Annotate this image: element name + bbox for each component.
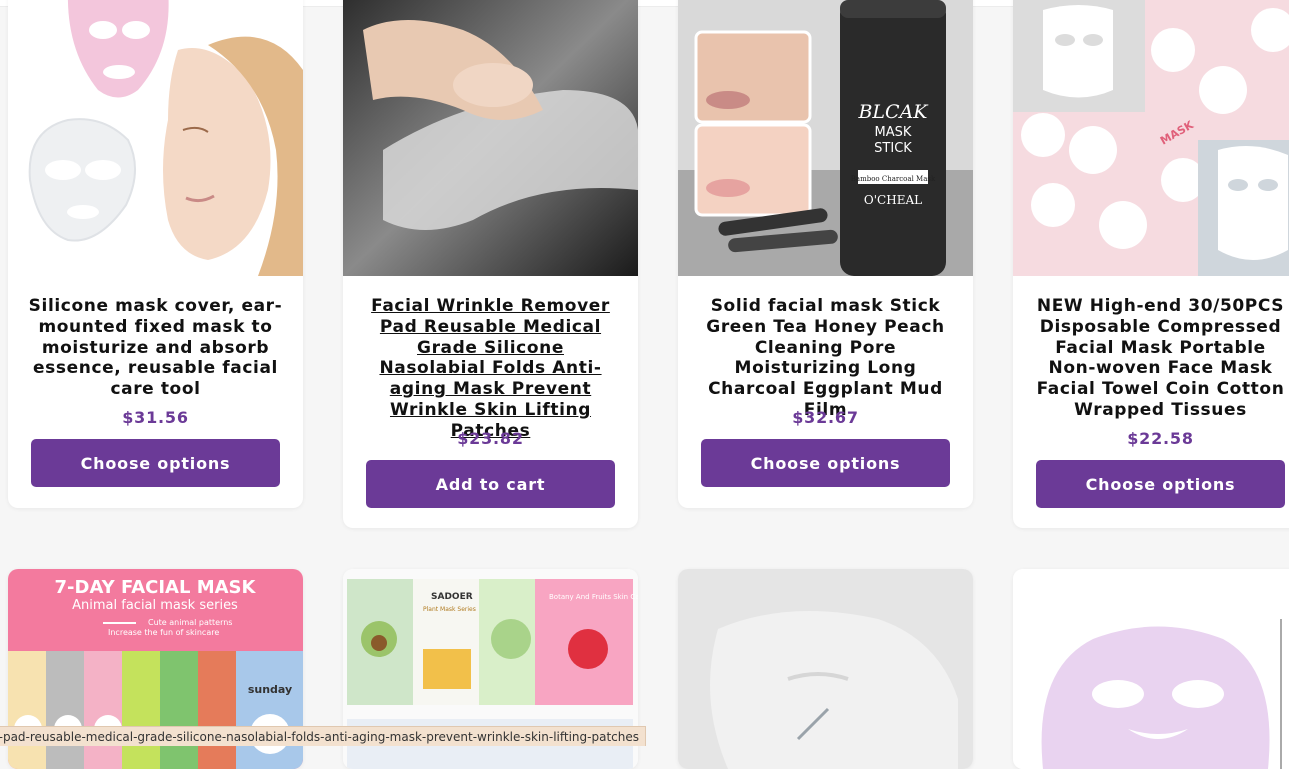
product-price: $22.58: [1127, 429, 1194, 448]
product-card[interactable]: Facial Wrinkle Remover Pad Reusable Medi…: [343, 0, 638, 528]
product-image[interactable]: MASK: [1013, 0, 1289, 276]
link-preview-status-bar: wrinkle-remover-pad-reusable-medical-gra…: [0, 726, 646, 746]
choose-options-button[interactable]: Choose options: [701, 439, 950, 487]
add-to-cart-button[interactable]: Add to cart: [366, 460, 615, 508]
product-title[interactable]: NEW High-end 30/50PCS Disposable Compres…: [1031, 296, 1289, 421]
product-price: $31.56: [122, 408, 189, 427]
product-card[interactable]: [678, 569, 973, 769]
stick-label-3: STICK: [874, 141, 912, 156]
product-card[interactable]: MASK NEW High-end 30/50PCS Disposable Co…: [1013, 0, 1289, 528]
product-image[interactable]: BLCAK MASK STICK Bamboo Charcoal Mask O'…: [678, 0, 973, 276]
seven-day-note-2: Increase the fun of skincare: [108, 628, 219, 637]
product-title[interactable]: Solid facial mask Stick Green Tea Honey …: [696, 296, 955, 421]
product-price: $32.67: [792, 408, 859, 427]
choose-options-button[interactable]: Choose options: [1036, 460, 1285, 508]
seven-day-subtitle: Animal facial mask series: [72, 598, 238, 613]
product-image[interactable]: [678, 569, 973, 769]
seven-day-note-1: Cute animal patterns: [148, 618, 232, 627]
stick-label-4: Bamboo Charcoal Mask: [851, 175, 936, 183]
seven-day-title: 7-DAY FACIAL MASK: [55, 577, 257, 598]
product-price: $23.82: [457, 429, 524, 448]
stick-label-2: MASK: [875, 125, 912, 140]
product-card[interactable]: Silicone mask cover, ear-mounted fixed m…: [8, 0, 303, 508]
stick-brand: O'CHEAL: [864, 193, 922, 207]
product-image[interactable]: [1013, 569, 1289, 769]
product-image[interactable]: [343, 0, 638, 276]
product-card[interactable]: [1013, 569, 1289, 769]
stick-label-1: BLCAK: [857, 101, 929, 123]
sadoer-brand: SADOER: [431, 592, 473, 602]
product-card[interactable]: BLCAK MASK STICK Bamboo Charcoal Mask O'…: [678, 0, 973, 508]
product-title[interactable]: Silicone mask cover, ear-mounted fixed m…: [26, 296, 285, 400]
choose-options-button[interactable]: Choose options: [31, 439, 280, 487]
product-title-link[interactable]: Facial Wrinkle Remover Pad Reusable Medi…: [361, 296, 620, 442]
product-image[interactable]: [8, 0, 303, 276]
sadoer-series: Plant Mask Series: [423, 606, 476, 613]
seven-day-day: sunday: [248, 683, 292, 696]
sadoer-pack-1: Botany And Fruits Skin Care: [549, 593, 638, 601]
